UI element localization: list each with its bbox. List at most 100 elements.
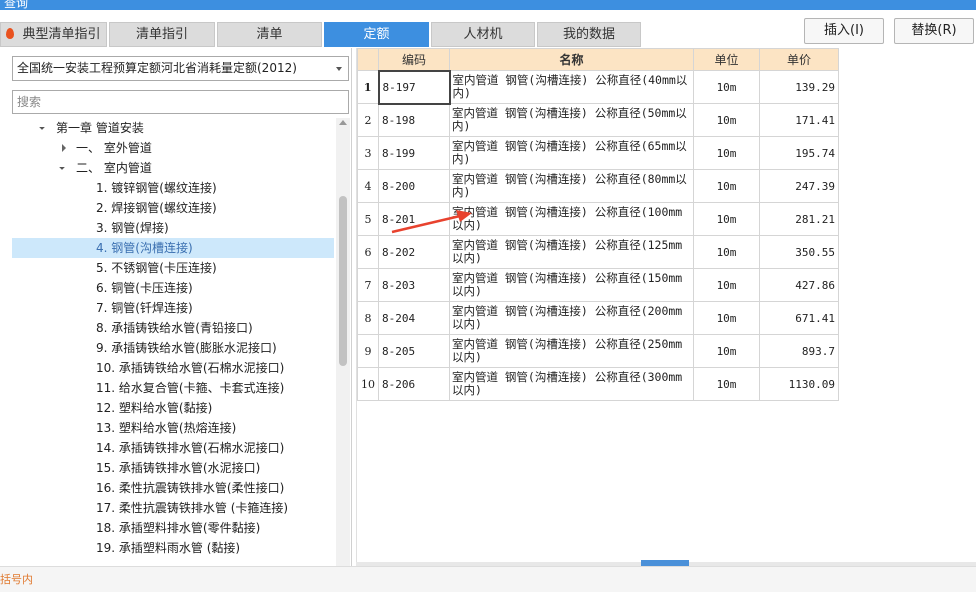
tab-typical-bill-guide[interactable]: 典型清单指引 xyxy=(0,22,107,47)
header-index xyxy=(357,48,379,71)
tree-leaf[interactable]: 8. 承插铸铁给水管(青铅接口) xyxy=(12,318,334,338)
cell-price[interactable]: 1130.09 xyxy=(759,367,839,401)
tab-bill-guide[interactable]: 清单指引 xyxy=(109,22,215,47)
collapsed-icon xyxy=(62,144,66,152)
cell-name[interactable]: 室内管道 钢管(沟槽连接) 公称直径(200mm以内) xyxy=(449,301,694,335)
cell-price[interactable]: 139.29 xyxy=(759,70,839,104)
library-select[interactable]: 全国统一安装工程预算定额河北省消耗量定额(2012) xyxy=(12,56,349,81)
tree-leaf[interactable]: 1. 镀锌钢管(螺纹连接) xyxy=(12,178,334,198)
tree-scrollbar[interactable] xyxy=(336,118,350,566)
cell-name[interactable]: 室内管道 钢管(沟槽连接) 公称直径(80mm以内) xyxy=(449,169,694,203)
scrollbar-thumb[interactable] xyxy=(339,196,347,366)
table-row[interactable]: 9 8-205 室内管道 钢管(沟槽连接) 公称直径(250mm以内) 10m … xyxy=(357,334,839,368)
table-row[interactable]: 1 8-197 室内管道 钢管(沟槽连接) 公称直径(40mm以内) 10m 1… xyxy=(357,69,839,105)
tree-leaf[interactable]: 7. 铜管(钎焊连接) xyxy=(12,298,334,318)
tree-leaf[interactable]: 6. 铜管(卡压连接) xyxy=(12,278,334,298)
cell-code[interactable]: 8-206 xyxy=(378,367,450,401)
tree-leaf[interactable]: 9. 承插铸铁给水管(膨胀水泥接口) xyxy=(12,338,334,358)
cell-name[interactable]: 室内管道 钢管(沟槽连接) 公称直径(40mm以内) xyxy=(449,70,694,104)
cell-code[interactable]: 8-205 xyxy=(378,334,450,368)
tree-leaf[interactable]: 15. 承插铸铁排水管(水泥接口) xyxy=(12,458,334,478)
table-row[interactable]: 4 8-200 室内管道 钢管(沟槽连接) 公称直径(80mm以内) 10m 2… xyxy=(357,169,839,203)
cell-name[interactable]: 室内管道 钢管(沟槽连接) 公称直径(100mm以内) xyxy=(449,202,694,236)
cell-price[interactable]: 350.55 xyxy=(759,235,839,269)
row-index: 5 xyxy=(357,202,379,236)
quota-grid: 编码 名称 单位 单价 1 8-197 室内管道 钢管(沟槽连接) 公称直径(4… xyxy=(356,48,976,562)
cell-unit[interactable]: 10m xyxy=(693,70,760,104)
tree-leaf-selected[interactable]: 4. 钢管(沟槽连接) xyxy=(12,238,334,258)
cell-price[interactable]: 281.21 xyxy=(759,202,839,236)
tree-node-label: 9. 承插铸铁给水管(膨胀水泥接口) xyxy=(96,341,277,355)
tree-leaf[interactable]: 12. 塑料给水管(黏接) xyxy=(12,398,334,418)
tree-leaf[interactable]: 13. 塑料给水管(热熔连接) xyxy=(12,418,334,438)
cell-unit[interactable]: 10m xyxy=(693,169,760,203)
cell-unit[interactable]: 10m xyxy=(693,334,760,368)
tree-node-label: 12. 塑料给水管(黏接) xyxy=(96,401,213,415)
cell-code[interactable]: 8-197 xyxy=(377,69,451,105)
tree-leaf[interactable]: 11. 给水复合管(卡箍、卡套式连接) xyxy=(12,378,334,398)
tree-leaf[interactable]: 3. 钢管(焊接) xyxy=(12,218,334,238)
cell-code[interactable]: 8-204 xyxy=(378,301,450,335)
cell-price[interactable]: 247.39 xyxy=(759,169,839,203)
insert-button[interactable]: 插入(I) xyxy=(804,18,884,44)
tree-leaf[interactable]: 17. 柔性抗震铸铁排水管 (卡箍连接) xyxy=(12,498,334,518)
header-name[interactable]: 名称 xyxy=(449,48,694,71)
tab-label: 我的数据 xyxy=(562,27,615,42)
search-input[interactable] xyxy=(12,90,349,114)
table-row[interactable]: 6 8-202 室内管道 钢管(沟槽连接) 公称直径(125mm以内) 10m … xyxy=(357,235,839,269)
cell-name[interactable]: 室内管道 钢管(沟槽连接) 公称直径(300mm以内) xyxy=(449,367,694,401)
cell-price[interactable]: 195.74 xyxy=(759,136,839,170)
cell-price[interactable]: 893.7 xyxy=(759,334,839,368)
row-index: 10 xyxy=(357,367,379,401)
cell-unit[interactable]: 10m xyxy=(693,136,760,170)
cell-code[interactable]: 8-198 xyxy=(378,103,450,137)
tree-leaf[interactable]: 2. 焊接钢管(螺纹连接) xyxy=(12,198,334,218)
table-row[interactable]: 2 8-198 室内管道 钢管(沟槽连接) 公称直径(50mm以内) 10m 1… xyxy=(357,103,839,137)
table-row[interactable]: 7 8-203 室内管道 钢管(沟槽连接) 公称直径(150mm以内) 10m … xyxy=(357,268,839,302)
table-row[interactable]: 3 8-199 室内管道 钢管(沟槽连接) 公称直径(65mm以内) 10m 1… xyxy=(357,136,839,170)
tree-leaf[interactable]: 19. 承插塑料雨水管 (黏接) xyxy=(12,538,334,558)
tree-leaf[interactable]: 16. 柔性抗震铸铁排水管(柔性接口) xyxy=(12,478,334,498)
scroll-up-icon[interactable] xyxy=(339,120,347,125)
cell-unit[interactable]: 10m xyxy=(693,103,760,137)
table-row[interactable]: 8 8-204 室内管道 钢管(沟槽连接) 公称直径(200mm以内) 10m … xyxy=(357,301,839,335)
tab-bill[interactable]: 清单 xyxy=(217,22,322,47)
header-price[interactable]: 单价 xyxy=(759,48,839,71)
cell-code[interactable]: 8-202 xyxy=(378,235,450,269)
table-row[interactable]: 10 8-206 室内管道 钢管(沟槽连接) 公称直径(300mm以内) 10m… xyxy=(357,367,839,401)
tab-my-data[interactable]: 我的数据 xyxy=(537,22,641,47)
cell-unit[interactable]: 10m xyxy=(693,301,760,335)
cell-unit[interactable]: 10m xyxy=(693,235,760,269)
cell-name[interactable]: 室内管道 钢管(沟槽连接) 公称直径(50mm以内) xyxy=(449,103,694,137)
cell-name[interactable]: 室内管道 钢管(沟槽连接) 公称直径(250mm以内) xyxy=(449,334,694,368)
cell-name[interactable]: 室内管道 钢管(沟槽连接) 公称直径(65mm以内) xyxy=(449,136,694,170)
cell-price[interactable]: 427.86 xyxy=(759,268,839,302)
header-code[interactable]: 编码 xyxy=(378,48,450,71)
tree-node-indoor-pipe[interactable]: 二、 室内管道 xyxy=(12,158,334,178)
cell-code[interactable]: 8-200 xyxy=(378,169,450,203)
tab-label: 清单 xyxy=(256,27,283,42)
tree-node-chapter-1[interactable]: 第一章 管道安装 xyxy=(12,118,334,138)
cell-name[interactable]: 室内管道 钢管(沟槽连接) 公称直径(150mm以内) xyxy=(449,268,694,302)
cell-code[interactable]: 8-201 xyxy=(378,202,450,236)
replace-button[interactable]: 替换(R) xyxy=(894,18,974,44)
cell-code[interactable]: 8-199 xyxy=(378,136,450,170)
tree-leaf[interactable]: 14. 承插铸铁排水管(石棉水泥接口) xyxy=(12,438,334,458)
cell-price[interactable]: 671.41 xyxy=(759,301,839,335)
tab-quota[interactable]: 定额 xyxy=(324,22,429,47)
table-row[interactable]: 5 8-201 室内管道 钢管(沟槽连接) 公称直径(100mm以内) 10m … xyxy=(357,202,839,236)
cell-code[interactable]: 8-203 xyxy=(378,268,450,302)
tree-leaf[interactable]: 5. 不锈钢管(卡压连接) xyxy=(12,258,334,278)
cell-unit[interactable]: 10m xyxy=(693,202,760,236)
cell-price[interactable]: 171.41 xyxy=(759,103,839,137)
cell-unit[interactable]: 10m xyxy=(693,268,760,302)
tree-leaf[interactable]: 10. 承插铸铁给水管(石棉水泥接口) xyxy=(12,358,334,378)
row-index: 9 xyxy=(357,334,379,368)
tree-node-outdoor-pipe[interactable]: 一、 室外管道 xyxy=(12,138,334,158)
tree-leaf[interactable]: 18. 承插塑料排水管(零件黏接) xyxy=(12,518,334,538)
header-unit[interactable]: 单位 xyxy=(693,48,760,71)
tab-labor-material-machine[interactable]: 人材机 xyxy=(431,22,535,47)
status-bar: 括号内 xyxy=(0,566,976,592)
cell-name[interactable]: 室内管道 钢管(沟槽连接) 公称直径(125mm以内) xyxy=(449,235,694,269)
cell-unit[interactable]: 10m xyxy=(693,367,760,401)
